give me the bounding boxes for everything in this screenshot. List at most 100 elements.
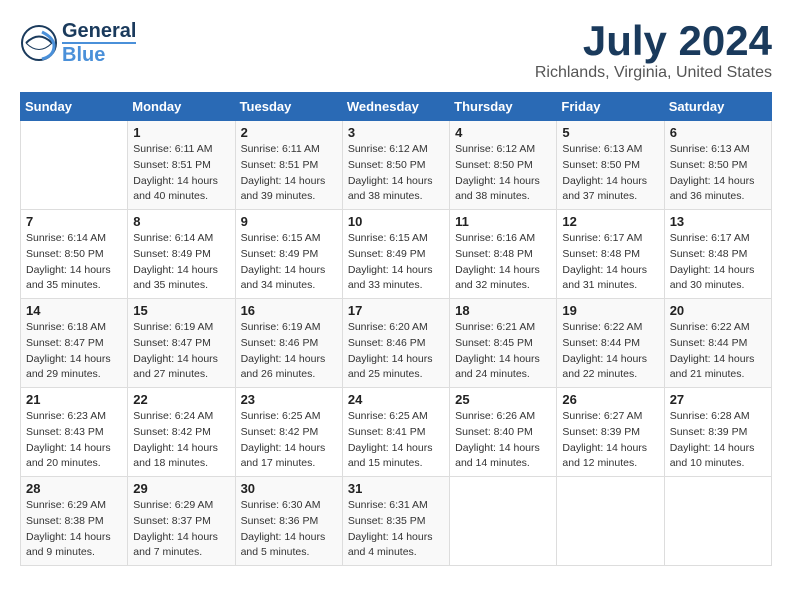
- day-number: 11: [455, 214, 551, 229]
- day-number: 22: [133, 392, 229, 407]
- calendar-week-2: 7 Sunrise: 6:14 AM Sunset: 8:50 PM Dayli…: [21, 210, 772, 299]
- header-friday: Friday: [557, 93, 664, 121]
- day-number: 3: [348, 125, 444, 140]
- calendar-cell-w5-d4: 31 Sunrise: 6:31 AM Sunset: 8:35 PM Dayl…: [342, 477, 449, 566]
- day-number: 28: [26, 481, 122, 496]
- calendar-cell-w3-d7: 20 Sunrise: 6:22 AM Sunset: 8:44 PM Dayl…: [664, 299, 771, 388]
- day-number: 29: [133, 481, 229, 496]
- day-info: Sunrise: 6:31 AM Sunset: 8:35 PM Dayligh…: [348, 498, 444, 561]
- calendar-cell-w5-d1: 28 Sunrise: 6:29 AM Sunset: 8:38 PM Dayl…: [21, 477, 128, 566]
- calendar-cell-w4-d4: 24 Sunrise: 6:25 AM Sunset: 8:41 PM Dayl…: [342, 388, 449, 477]
- logo: General Blue: [20, 20, 136, 66]
- calendar-cell-w3-d1: 14 Sunrise: 6:18 AM Sunset: 8:47 PM Dayl…: [21, 299, 128, 388]
- calendar-cell-w4-d2: 22 Sunrise: 6:24 AM Sunset: 8:42 PM Dayl…: [128, 388, 235, 477]
- day-info: Sunrise: 6:15 AM Sunset: 8:49 PM Dayligh…: [241, 231, 337, 294]
- calendar-cell-w5-d6: [557, 477, 664, 566]
- day-info: Sunrise: 6:25 AM Sunset: 8:42 PM Dayligh…: [241, 409, 337, 472]
- day-info: Sunrise: 6:20 AM Sunset: 8:46 PM Dayligh…: [348, 320, 444, 383]
- day-number: 31: [348, 481, 444, 496]
- calendar-week-4: 21 Sunrise: 6:23 AM Sunset: 8:43 PM Dayl…: [21, 388, 772, 477]
- calendar-cell-w1-d6: 5 Sunrise: 6:13 AM Sunset: 8:50 PM Dayli…: [557, 121, 664, 210]
- day-info: Sunrise: 6:12 AM Sunset: 8:50 PM Dayligh…: [455, 142, 551, 205]
- day-info: Sunrise: 6:13 AM Sunset: 8:50 PM Dayligh…: [562, 142, 658, 205]
- calendar-cell-w4-d5: 25 Sunrise: 6:26 AM Sunset: 8:40 PM Dayl…: [450, 388, 557, 477]
- day-number: 21: [26, 392, 122, 407]
- day-number: 9: [241, 214, 337, 229]
- calendar-cell-w4-d6: 26 Sunrise: 6:27 AM Sunset: 8:39 PM Dayl…: [557, 388, 664, 477]
- header: General Blue July 2024 Richlands, Virgin…: [20, 20, 772, 82]
- calendar-subtitle: Richlands, Virginia, United States: [535, 64, 772, 82]
- calendar-cell-w4-d3: 23 Sunrise: 6:25 AM Sunset: 8:42 PM Dayl…: [235, 388, 342, 477]
- day-info: Sunrise: 6:28 AM Sunset: 8:39 PM Dayligh…: [670, 409, 766, 472]
- day-number: 8: [133, 214, 229, 229]
- day-number: 23: [241, 392, 337, 407]
- day-info: Sunrise: 6:11 AM Sunset: 8:51 PM Dayligh…: [133, 142, 229, 205]
- day-number: 1: [133, 125, 229, 140]
- calendar-cell-w1-d7: 6 Sunrise: 6:13 AM Sunset: 8:50 PM Dayli…: [664, 121, 771, 210]
- calendar-cell-w4-d7: 27 Sunrise: 6:28 AM Sunset: 8:39 PM Dayl…: [664, 388, 771, 477]
- day-info: Sunrise: 6:12 AM Sunset: 8:50 PM Dayligh…: [348, 142, 444, 205]
- day-number: 10: [348, 214, 444, 229]
- day-info: Sunrise: 6:25 AM Sunset: 8:41 PM Dayligh…: [348, 409, 444, 472]
- day-info: Sunrise: 6:17 AM Sunset: 8:48 PM Dayligh…: [562, 231, 658, 294]
- calendar-cell-w3-d4: 17 Sunrise: 6:20 AM Sunset: 8:46 PM Dayl…: [342, 299, 449, 388]
- calendar-cell-w5-d5: [450, 477, 557, 566]
- header-tuesday: Tuesday: [235, 93, 342, 121]
- day-info: Sunrise: 6:13 AM Sunset: 8:50 PM Dayligh…: [670, 142, 766, 205]
- calendar-cell-w3-d5: 18 Sunrise: 6:21 AM Sunset: 8:45 PM Dayl…: [450, 299, 557, 388]
- header-monday: Monday: [128, 93, 235, 121]
- calendar-cell-w1-d5: 4 Sunrise: 6:12 AM Sunset: 8:50 PM Dayli…: [450, 121, 557, 210]
- day-number: 13: [670, 214, 766, 229]
- calendar-cell-w2-d4: 10 Sunrise: 6:15 AM Sunset: 8:49 PM Dayl…: [342, 210, 449, 299]
- header-wednesday: Wednesday: [342, 93, 449, 121]
- calendar-table: Sunday Monday Tuesday Wednesday Thursday…: [20, 92, 772, 566]
- calendar-cell-w5-d7: [664, 477, 771, 566]
- title-section: July 2024 Richlands, Virginia, United St…: [535, 20, 772, 82]
- calendar-cell-w2-d3: 9 Sunrise: 6:15 AM Sunset: 8:49 PM Dayli…: [235, 210, 342, 299]
- day-number: 14: [26, 303, 122, 318]
- calendar-cell-w2-d6: 12 Sunrise: 6:17 AM Sunset: 8:48 PM Dayl…: [557, 210, 664, 299]
- day-info: Sunrise: 6:29 AM Sunset: 8:38 PM Dayligh…: [26, 498, 122, 561]
- day-number: 30: [241, 481, 337, 496]
- calendar-cell-w1-d4: 3 Sunrise: 6:12 AM Sunset: 8:50 PM Dayli…: [342, 121, 449, 210]
- day-number: 7: [26, 214, 122, 229]
- day-info: Sunrise: 6:22 AM Sunset: 8:44 PM Dayligh…: [670, 320, 766, 383]
- header-sunday: Sunday: [21, 93, 128, 121]
- header-thursday: Thursday: [450, 93, 557, 121]
- day-number: 4: [455, 125, 551, 140]
- day-info: Sunrise: 6:18 AM Sunset: 8:47 PM Dayligh…: [26, 320, 122, 383]
- calendar-cell-w5-d2: 29 Sunrise: 6:29 AM Sunset: 8:37 PM Dayl…: [128, 477, 235, 566]
- day-number: 24: [348, 392, 444, 407]
- calendar-week-5: 28 Sunrise: 6:29 AM Sunset: 8:38 PM Dayl…: [21, 477, 772, 566]
- calendar-cell-w5-d3: 30 Sunrise: 6:30 AM Sunset: 8:36 PM Dayl…: [235, 477, 342, 566]
- calendar-cell-w2-d7: 13 Sunrise: 6:17 AM Sunset: 8:48 PM Dayl…: [664, 210, 771, 299]
- calendar-week-1: 1 Sunrise: 6:11 AM Sunset: 8:51 PM Dayli…: [21, 121, 772, 210]
- calendar-cell-w1-d3: 2 Sunrise: 6:11 AM Sunset: 8:51 PM Dayli…: [235, 121, 342, 210]
- calendar-cell-w1-d2: 1 Sunrise: 6:11 AM Sunset: 8:51 PM Dayli…: [128, 121, 235, 210]
- day-number: 26: [562, 392, 658, 407]
- day-info: Sunrise: 6:14 AM Sunset: 8:49 PM Dayligh…: [133, 231, 229, 294]
- day-info: Sunrise: 6:23 AM Sunset: 8:43 PM Dayligh…: [26, 409, 122, 472]
- calendar-title: July 2024: [535, 20, 772, 62]
- day-number: 12: [562, 214, 658, 229]
- day-info: Sunrise: 6:17 AM Sunset: 8:48 PM Dayligh…: [670, 231, 766, 294]
- day-info: Sunrise: 6:21 AM Sunset: 8:45 PM Dayligh…: [455, 320, 551, 383]
- day-number: 15: [133, 303, 229, 318]
- day-number: 27: [670, 392, 766, 407]
- calendar-cell-w3-d3: 16 Sunrise: 6:19 AM Sunset: 8:46 PM Dayl…: [235, 299, 342, 388]
- logo-blue: Blue: [62, 42, 136, 66]
- day-number: 5: [562, 125, 658, 140]
- day-number: 18: [455, 303, 551, 318]
- calendar-header-row: Sunday Monday Tuesday Wednesday Thursday…: [21, 93, 772, 121]
- day-number: 20: [670, 303, 766, 318]
- day-number: 17: [348, 303, 444, 318]
- calendar-cell-w2-d2: 8 Sunrise: 6:14 AM Sunset: 8:49 PM Dayli…: [128, 210, 235, 299]
- day-info: Sunrise: 6:27 AM Sunset: 8:39 PM Dayligh…: [562, 409, 658, 472]
- day-info: Sunrise: 6:19 AM Sunset: 8:47 PM Dayligh…: [133, 320, 229, 383]
- day-info: Sunrise: 6:15 AM Sunset: 8:49 PM Dayligh…: [348, 231, 444, 294]
- day-number: 16: [241, 303, 337, 318]
- day-number: 2: [241, 125, 337, 140]
- calendar-week-3: 14 Sunrise: 6:18 AM Sunset: 8:47 PM Dayl…: [21, 299, 772, 388]
- day-info: Sunrise: 6:11 AM Sunset: 8:51 PM Dayligh…: [241, 142, 337, 205]
- day-info: Sunrise: 6:24 AM Sunset: 8:42 PM Dayligh…: [133, 409, 229, 472]
